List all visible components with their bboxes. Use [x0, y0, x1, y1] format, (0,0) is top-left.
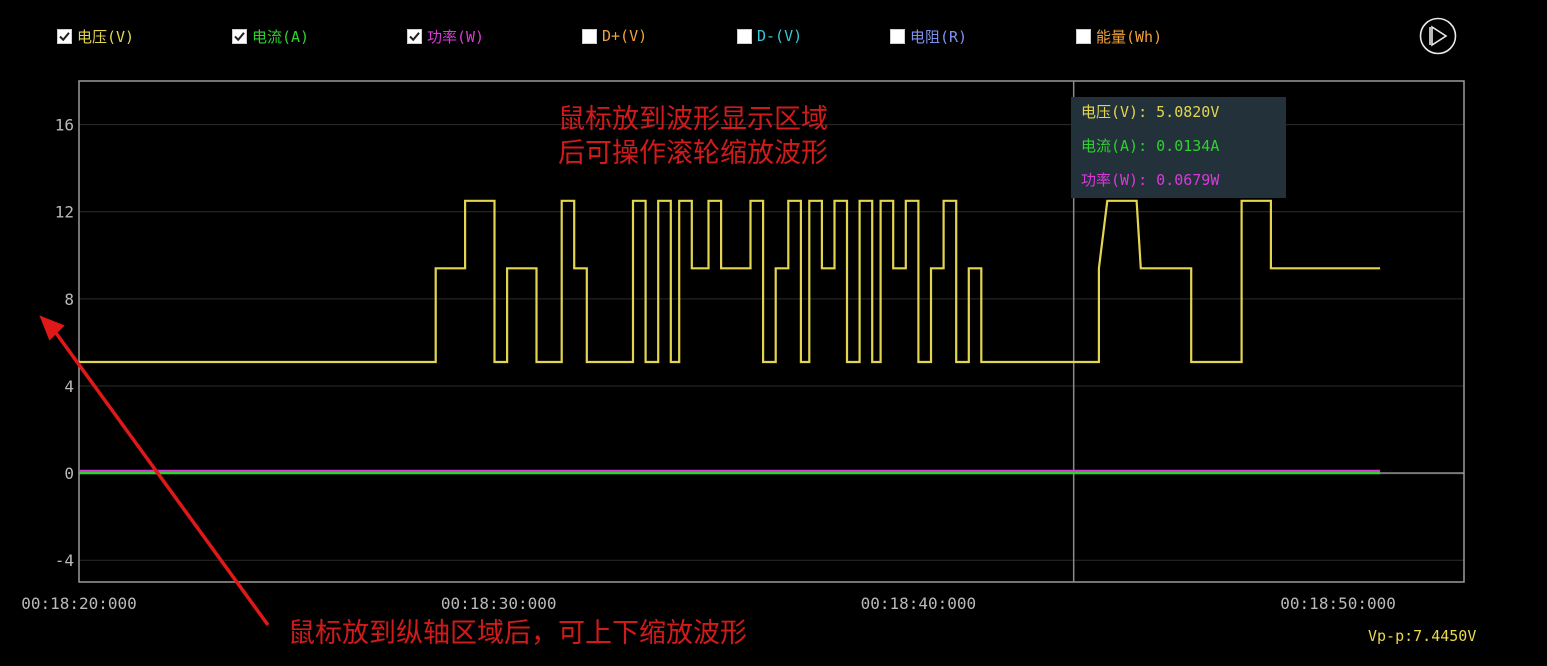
legend-item-2[interactable]: 功率(W) [407, 22, 484, 50]
cursor-tooltip: 电压(V): 5.0820V 电流(A): 0.0134A 功率(W): 0.0… [1071, 97, 1286, 198]
tooltip-current: 电流(A): 0.0134A [1081, 137, 1220, 155]
y-tick-label: -4 [55, 551, 74, 570]
y-tick-label: 12 [55, 203, 74, 222]
check-icon [234, 31, 245, 41]
legend-label: 能量(Wh) [1096, 27, 1163, 46]
check-icon [409, 31, 420, 41]
annotation-top-line1: 鼠标放到波形显示区域 [558, 104, 828, 135]
legend-checkbox[interactable] [737, 28, 752, 44]
legend-checkbox[interactable] [57, 28, 72, 44]
annotation-arrow-shaft [54, 331, 270, 627]
waveform-plot[interactable]: -4 0 4 8 12 16 00:18:20:000 00:18:30:000 00:18:4… [0, 0, 1547, 666]
check-icon [59, 31, 70, 41]
legend-label: D-(V) [757, 27, 803, 45]
legend-label: 电压(V) [77, 27, 135, 46]
play-icon[interactable] [1418, 16, 1458, 56]
legend-checkbox[interactable] [1076, 28, 1091, 44]
legend-item-0[interactable]: 电压(V) [57, 22, 134, 50]
legend-item-1[interactable]: 电流(A) [232, 22, 309, 50]
annotation-top-line2: 后可操作滚轮缩放波形 [558, 138, 828, 169]
y-tick-label: 4 [64, 377, 74, 396]
vpp-readout: Vp-p:7.4450V [1368, 627, 1477, 645]
legend-item-3[interactable]: D+(V) [582, 22, 647, 50]
legend-checkbox[interactable] [582, 28, 597, 44]
tooltip-voltage: 电压(V): 5.0820V [1081, 103, 1220, 121]
legend-item-6[interactable]: 能量(Wh) [1076, 22, 1162, 50]
legend-checkbox[interactable] [890, 28, 905, 44]
legend-checkbox[interactable] [232, 28, 247, 44]
series-line-0 [79, 199, 1381, 364]
annotation-bottom: 鼠标放到纵轴区域后，可上下缩放波形 [288, 618, 747, 649]
y-tick-label: 16 [55, 116, 74, 135]
tooltip-power: 功率(W): 0.0679W [1081, 171, 1220, 189]
legend-label: 电流(A) [252, 27, 310, 46]
x-tick-label: 00:18:20:000 [21, 594, 137, 613]
legend-label: 电阻(R) [910, 27, 968, 46]
x-tick-label: 00:18:50:000 [1280, 594, 1396, 613]
legend-checkbox[interactable] [407, 28, 422, 44]
legend-label: 功率(W) [427, 27, 485, 46]
x-tick-label: 00:18:30:000 [441, 594, 557, 613]
legend-item-5[interactable]: 电阻(R) [890, 22, 967, 50]
y-tick-label: 0 [64, 464, 74, 483]
legend-item-4[interactable]: D-(V) [737, 22, 802, 50]
y-tick-label: 8 [64, 290, 74, 309]
x-tick-label: 00:18:40:000 [861, 594, 977, 613]
legend-label: D+(V) [602, 27, 648, 45]
